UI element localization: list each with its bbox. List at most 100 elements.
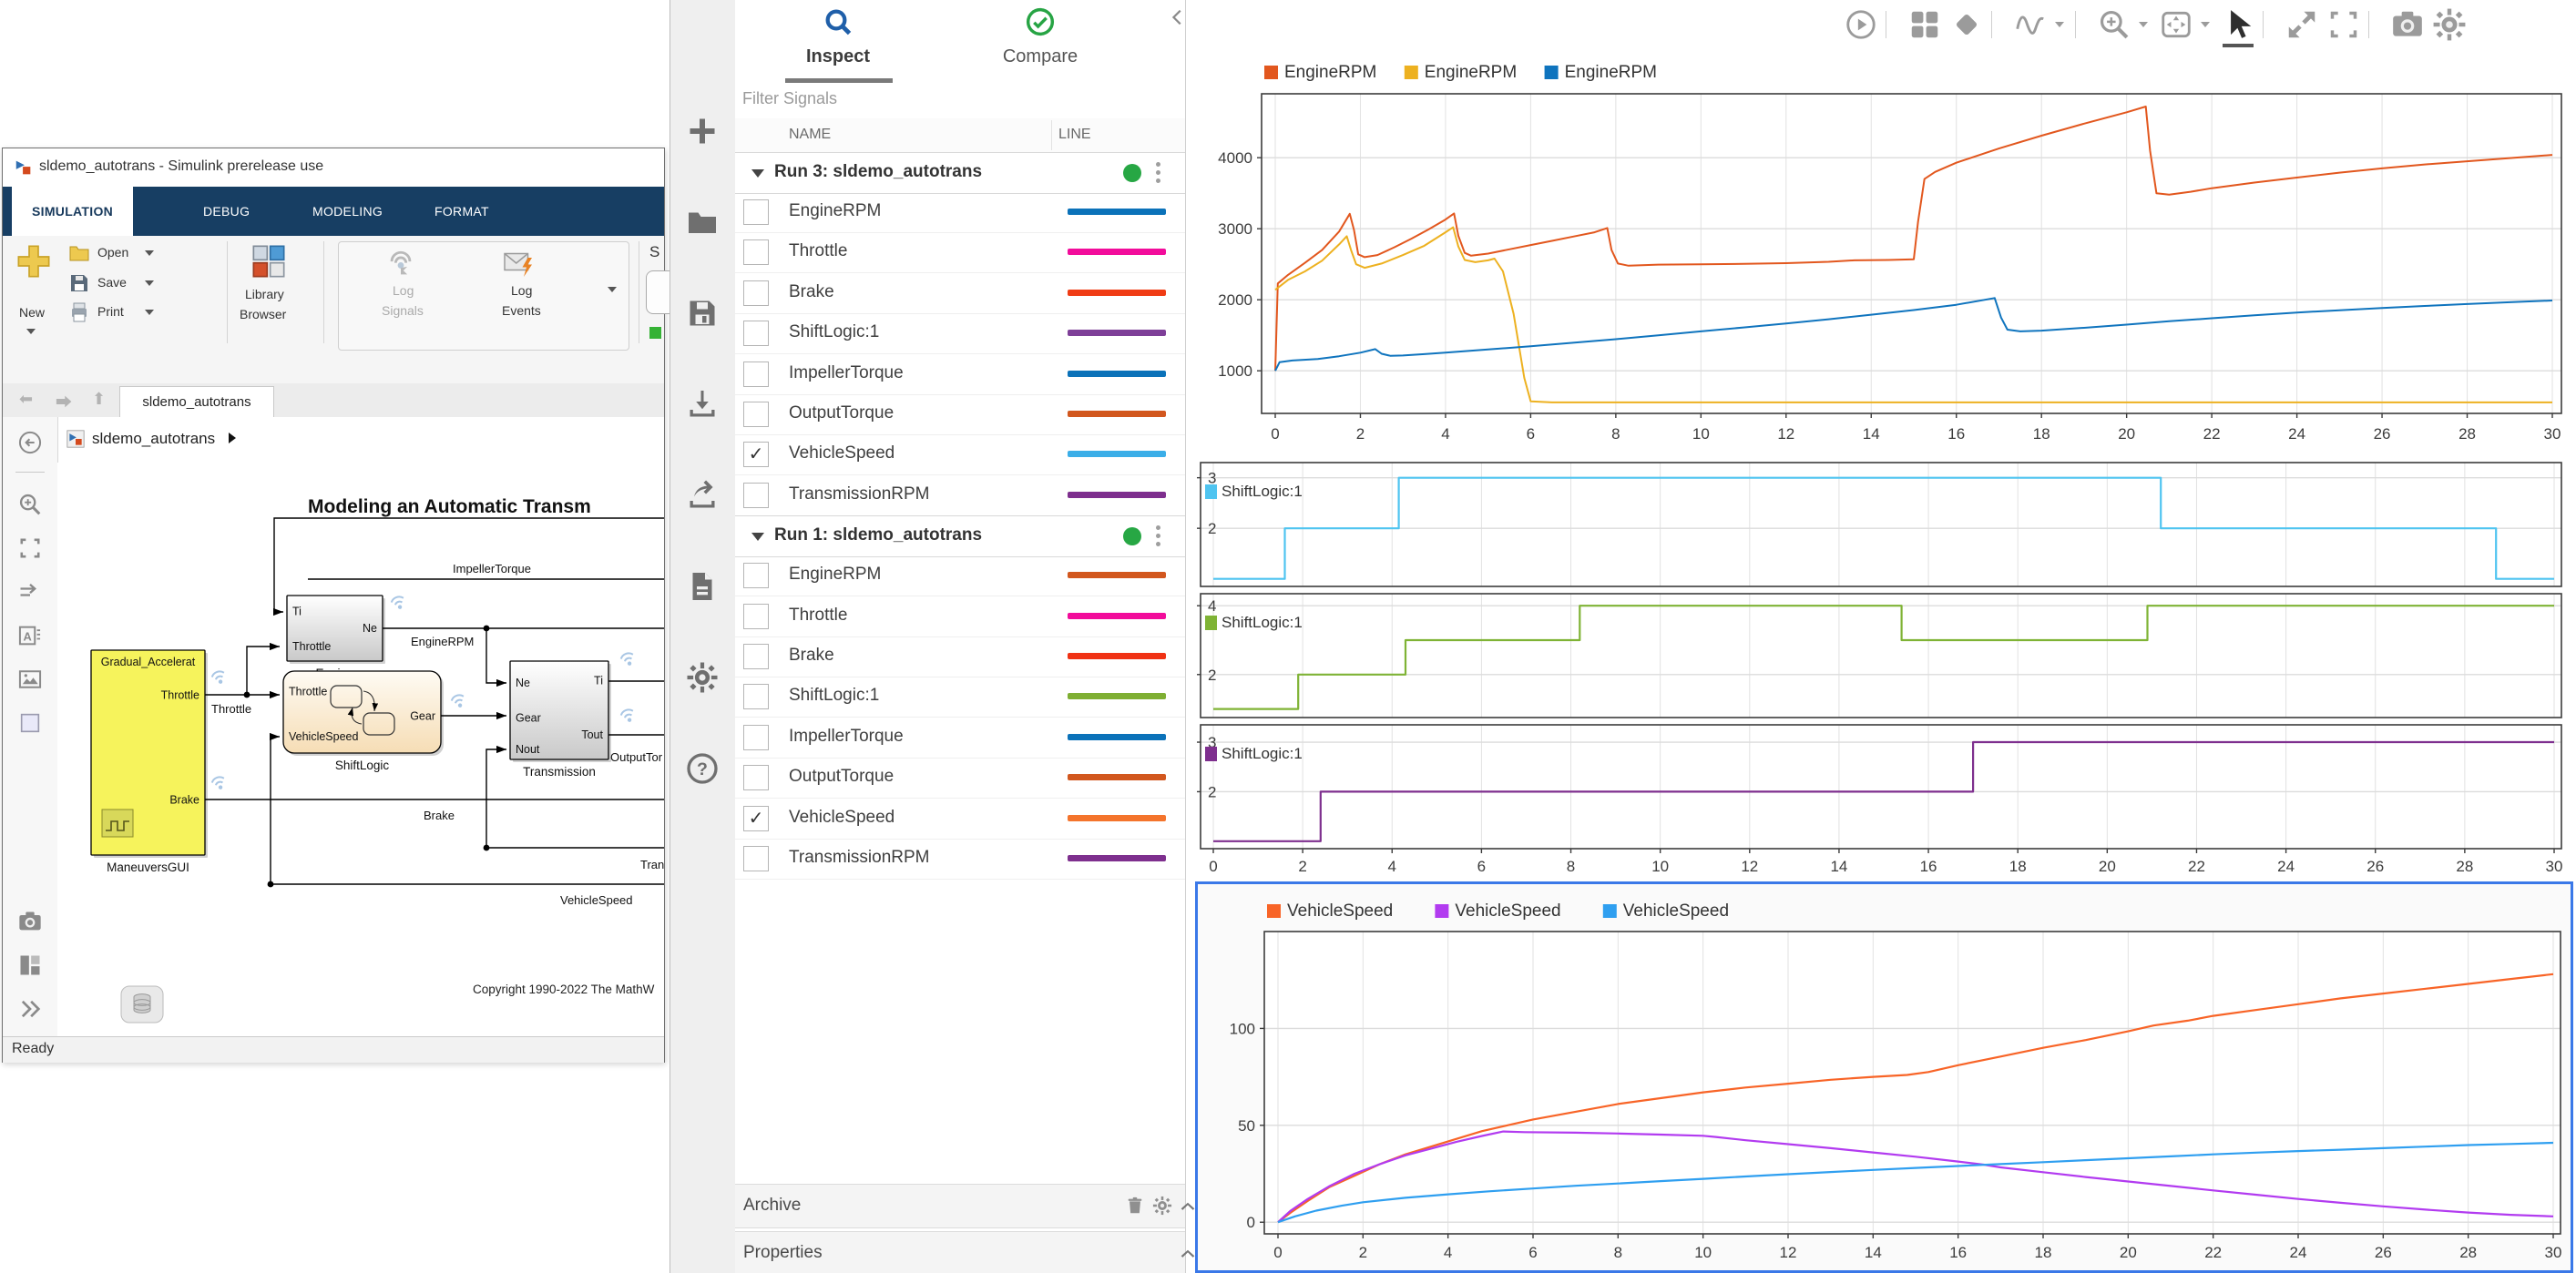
signal-checkbox[interactable] [743, 199, 769, 225]
signal-checkbox[interactable] [743, 846, 769, 871]
collapse-panel-icon[interactable] [1168, 7, 1188, 27]
run-collapse-icon[interactable] [751, 169, 764, 178]
new-caret-icon[interactable] [26, 329, 36, 334]
signal-row[interactable]: ✓ VehicleSpeed [735, 434, 1185, 476]
help-icon[interactable]: ? [686, 752, 719, 785]
export-icon[interactable] [686, 479, 719, 512]
signal-row[interactable]: TransmissionRPM [735, 475, 1185, 516]
import-icon[interactable] [686, 388, 719, 421]
engine-rpm-plot[interactable]: 1000 2000 3000 4000 0 2 4 6 8 10 12 14 16 18 20 22 24 26 2… [1202, 53, 2576, 455]
layout-grid-icon[interactable] [1907, 7, 1942, 42]
open-button[interactable]: Open [97, 245, 128, 260]
signal-row[interactable]: OutputTorque [735, 394, 1185, 435]
fit-to-view-icon[interactable] [17, 535, 43, 561]
shiftlogic-plot-3[interactable]: 2 3 0 2 4 6 8 10 12 14 16 18 20 22 24 26 28 30 ShiftLogic:… [1195, 722, 2572, 879]
vehicle-speed-plot[interactable]: 0 50 100 0 2 4 6 8 10 12 14 16 18 20 22 24 26 28 30 Vehicle… [1195, 881, 2573, 1273]
add-icon[interactable] [686, 115, 719, 148]
viewmarks-icon[interactable] [17, 952, 43, 978]
signal-row[interactable]: EngineRPM [735, 555, 1185, 597]
expand-icon[interactable] [2285, 7, 2319, 42]
signal-row[interactable]: ImpellerTorque [735, 354, 1185, 395]
run-menu-icon[interactable] [1156, 524, 1161, 549]
eraser-icon[interactable] [1949, 7, 1984, 42]
prepare-caret-icon[interactable] [608, 287, 617, 292]
signal-checkbox[interactable]: ✓ [743, 805, 769, 831]
signal-wave-icon[interactable] [2013, 7, 2048, 42]
run-menu-icon[interactable] [1156, 160, 1161, 186]
signal-row[interactable]: TransmissionRPM [735, 839, 1185, 880]
signal-row[interactable]: EngineRPM [735, 192, 1185, 233]
signal-checkbox[interactable] [743, 603, 769, 629]
zoom-tool-icon[interactable] [17, 492, 43, 517]
archive-section[interactable]: Archive [735, 1184, 1195, 1228]
signal-checkbox[interactable] [743, 239, 769, 266]
pointer-icon[interactable] [2221, 7, 2255, 42]
properties-section[interactable]: Properties [735, 1231, 1195, 1273]
shiftlogic-plot-2[interactable]: 2 4 ShiftLogic:1 [1195, 591, 2572, 720]
hide-browser-icon[interactable] [17, 430, 43, 455]
fullscreen-icon[interactable] [2326, 7, 2361, 42]
print-button[interactable]: Print [97, 304, 124, 319]
open-session-icon[interactable] [686, 206, 719, 239]
nav-forward-icon[interactable]: ⮕ [56, 390, 72, 413]
log-signals-button-line2[interactable]: Signals [382, 303, 424, 318]
signal-row[interactable]: ImpellerTorque [735, 718, 1185, 759]
signal-checkbox[interactable] [743, 765, 769, 791]
signal-row[interactable]: Throttle [735, 596, 1185, 637]
image-annotation-icon[interactable] [17, 667, 43, 692]
run-header[interactable]: Run 3: sldemo_autotrans [735, 152, 1185, 194]
simulink-titlebar[interactable]: sldemo_autotrans - Simulink prerelease u… [3, 148, 664, 188]
library-browser-icon[interactable] [250, 243, 287, 280]
tab-inspect[interactable]: Inspect [770, 7, 906, 67]
signal-row[interactable]: Throttle [735, 232, 1185, 274]
area-annotation-icon[interactable] [17, 710, 43, 736]
report-icon[interactable] [686, 570, 719, 603]
ribbon-tab-simulation[interactable]: SIMULATION [12, 187, 134, 236]
signal-checkbox[interactable] [743, 482, 769, 508]
save-caret-icon[interactable] [145, 280, 154, 286]
fit-view-icon[interactable] [2159, 7, 2193, 42]
preferences-icon[interactable] [686, 661, 719, 694]
signal-checkbox[interactable] [743, 724, 769, 750]
signal-checkbox[interactable] [743, 361, 769, 387]
zoom-icon-caret[interactable] [2139, 22, 2148, 27]
expand-palette-icon[interactable] [17, 996, 43, 1022]
filter-signals-input[interactable]: Filter Signals [742, 89, 837, 108]
document-tab[interactable]: sldemo_autotrans [119, 386, 274, 418]
open-caret-icon[interactable] [145, 250, 154, 256]
new-model-icon[interactable] [15, 243, 52, 280]
shiftlogic-plot-1[interactable]: 2 3 ShiftLogic:1 [1195, 460, 2572, 589]
zoom-icon[interactable] [2097, 7, 2131, 42]
signal-row[interactable]: ✓ VehicleSpeed [735, 799, 1185, 840]
screenshot-icon[interactable] [17, 909, 43, 934]
signal-row[interactable]: Brake [735, 273, 1185, 314]
breadcrumb-arrow-icon[interactable] [229, 433, 236, 443]
signal-row[interactable]: ShiftLogic:1 [735, 313, 1185, 355]
print-caret-icon[interactable] [145, 310, 154, 315]
ribbon-tab-format[interactable]: FORMAT [414, 187, 509, 236]
tab-compare[interactable]: Compare [972, 7, 1109, 67]
save-button[interactable]: Save [97, 275, 127, 290]
nav-up-icon[interactable]: ⬆ [92, 390, 106, 409]
signal-checkbox[interactable] [743, 684, 769, 710]
archive-settings-icon[interactable] [1152, 1196, 1172, 1216]
settings-icon[interactable] [2432, 7, 2467, 42]
signal-wave-icon-caret[interactable] [2055, 22, 2064, 27]
signal-checkbox[interactable] [743, 280, 769, 306]
run-header[interactable]: Run 1: sldemo_autotrans [735, 515, 1185, 558]
breadcrumb[interactable]: sldemo_autotrans [92, 430, 215, 448]
library-browser-button-line2[interactable]: Browser [240, 307, 286, 321]
nav-back-icon[interactable]: ⬅ [19, 390, 33, 409]
ribbon-tab-modeling[interactable]: MODELING [292, 187, 403, 236]
ribbon-tab-debug[interactable]: DEBUG [183, 187, 270, 236]
log-signals-button[interactable]: Log [393, 283, 414, 298]
annotation-icon[interactable]: A [17, 623, 43, 648]
signal-routing-icon[interactable] [17, 579, 43, 605]
log-events-button-line2[interactable]: Events [502, 303, 541, 318]
signal-row[interactable]: ShiftLogic:1 [735, 677, 1185, 718]
model-canvas[interactable]: Modeling an Automatic Transm Ti Throttle Ne… [57, 463, 664, 1036]
fit-view-icon-caret[interactable] [2201, 22, 2210, 27]
log-events-button[interactable]: Log [511, 283, 532, 298]
trash-icon[interactable] [1125, 1196, 1145, 1216]
column-name[interactable]: NAME [789, 127, 831, 143]
